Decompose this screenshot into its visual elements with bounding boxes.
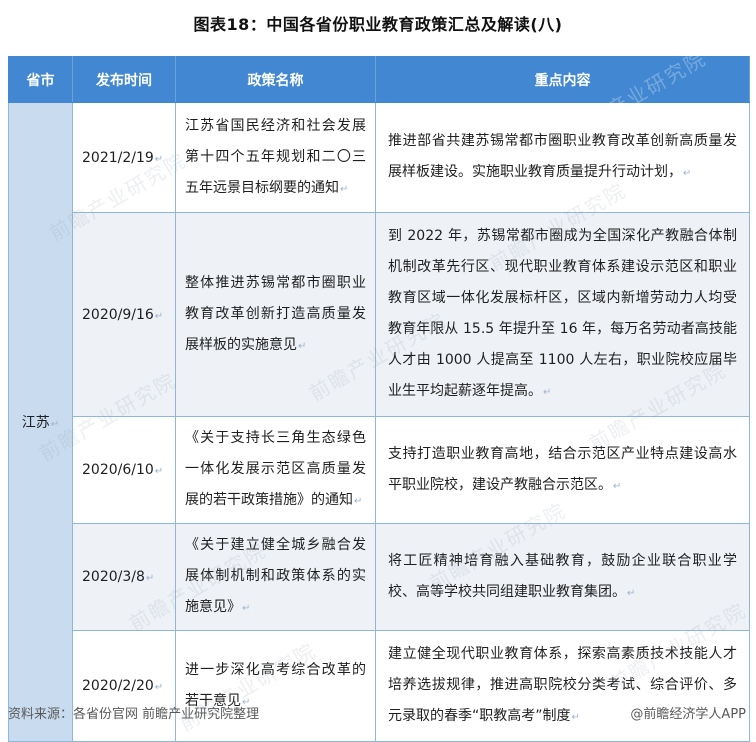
date-cell: 2020/3/8↵ [73,524,176,631]
return-mark: ↵ [155,311,163,322]
table-row: 2020/9/16↵ 整体推进苏锡常都市圈职业教育改革创新打造高质量发展样板的实… [9,213,750,417]
policy-value: 整体推进苏锡常都市圈职业教育改革创新打造高质量发展样板的实施意见 [185,275,366,353]
date-cell: 2020/2/20↵ [73,631,176,742]
return-mark: ↵ [298,341,306,352]
province-cell: 江苏↵ [9,103,73,742]
table-row: 2020/3/8↵ 《关于建立健全城乡融合发展体制机制和政策体系的实施意见》↵ … [9,524,750,631]
header-content: 重点内容 [376,57,750,103]
policy-cell: 《关于支持长三角生态绿色一体化发展示范区高质量发展的若干政策措施》的通知↵ [176,417,376,524]
header-province: 省市 [9,57,73,103]
return-mark: ↵ [155,682,163,693]
date-value: 2020/9/16 [82,307,154,323]
table-row: 2020/6/10↵ 《关于支持长三角生态绿色一体化发展示范区高质量发展的若干政… [9,417,750,524]
page-title: 图表18：中国各省份职业教育政策汇总及解读(八) [0,11,756,35]
table-header-row: 省市 发布时间 政策名称 重点内容 [9,57,750,103]
date-value: 2021/2/19 [82,150,154,166]
content-cell: 建立健全现代职业教育体系，探索高素质技术技能人才培养选拔规律，推进高职院校分类考… [376,631,750,742]
return-mark: ↵ [354,496,362,507]
content-value: 支持打造职业教育高地，结合示范区产业特点建设高水平职业院校，建设产教融合示范区。 [388,446,737,493]
return-mark: ↵ [155,154,163,165]
page-footer: 资料来源：各省份官网 前瞻产业研究院整理 @前瞻经济学人APP [0,703,756,722]
policy-value: 进一步深化高考综合改革的若干意见 [185,662,366,709]
return-mark: ↵ [543,387,551,398]
return-mark: ↵ [51,419,59,430]
date-cell: 2020/6/10↵ [73,417,176,524]
return-mark: ↵ [155,466,163,477]
return-mark: ↵ [242,603,250,614]
date-cell: 2020/9/16↵ [73,213,176,417]
header-policy: 政策名称 [176,57,376,103]
content-value: 将工匠精神培育融入基础教育，鼓励企业联合职业学校、高等学校共同组建职业教育集团。 [388,553,737,600]
date-cell: 2021/2/19↵ [73,103,176,213]
policy-value: 《关于建立健全城乡融合发展体制机制和政策体系的实施意见》 [185,537,366,615]
policy-cell: 整体推进苏锡常都市圈职业教育改革创新打造高质量发展样板的实施意见↵ [176,213,376,417]
policy-value: 江苏省国民经济和社会发展第十四个五年规划和二〇三五年远景目标纲要的通知 [185,118,366,196]
content-cell: 推进部省共建苏锡常都市圈职业教育改革创新高质量发展样板建设。实施职业教育质量提升… [376,103,750,213]
policy-cell: 江苏省国民经济和社会发展第十四个五年规划和二〇三五年远景目标纲要的通知↵ [176,103,376,213]
credit-note: @前瞻经济学人APP [630,703,746,722]
content-cell: 支持打造职业教育高地，结合示范区产业特点建设高水平职业院校，建设产教融合示范区。… [376,417,750,524]
return-mark: ↵ [146,573,154,584]
table-row: 江苏↵ 2021/2/19↵ 江苏省国民经济和社会发展第十四个五年规划和二〇三五… [9,103,750,213]
province-label: 江苏 [22,415,50,431]
return-mark: ↵ [627,588,635,599]
content-cell: 将工匠精神培育融入基础教育，鼓励企业联合职业学校、高等学校共同组建职业教育集团。… [376,524,750,631]
policy-table: 省市 发布时间 政策名称 重点内容 江苏↵ 2021/2/19↵ 江苏省国民经济… [8,56,750,742]
policy-value: 《关于支持长三角生态绿色一体化发展示范区高质量发展的若干政策措施》的通知 [185,430,366,508]
header-date: 发布时间 [73,57,176,103]
date-value: 2020/6/10 [82,462,154,478]
return-mark: ↵ [683,168,691,179]
source-note: 资料来源：各省份官网 前瞻产业研究院整理 [8,703,259,722]
table-row: 2020/2/20↵ 进一步深化高考综合改革的若干意见↵ 建立健全现代职业教育体… [9,631,750,742]
content-cell: 到 2022 年，苏锡常都市圈成为全国深化产教融合体制机制改革先行区、现代职业教… [376,213,750,417]
policy-cell: 进一步深化高考综合改革的若干意见↵ [176,631,376,742]
return-mark: ↵ [340,184,348,195]
policy-cell: 《关于建立健全城乡融合发展体制机制和政策体系的实施意见》↵ [176,524,376,631]
date-value: 2020/2/20 [82,678,154,694]
content-value: 到 2022 年，苏锡常都市圈成为全国深化产教融合体制机制改革先行区、现代职业教… [388,228,737,399]
date-value: 2020/3/8 [82,569,145,585]
return-mark: ↵ [613,481,621,492]
